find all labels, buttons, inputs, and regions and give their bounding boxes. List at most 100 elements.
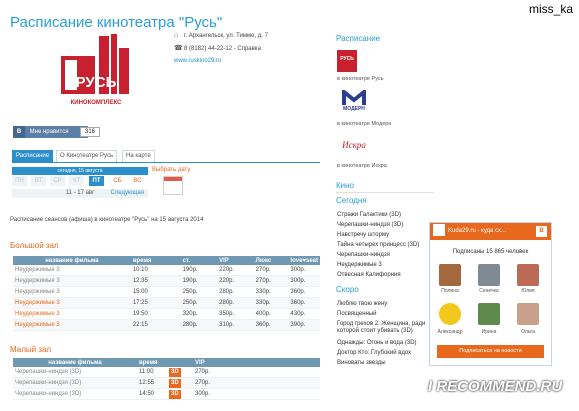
soon-film-link[interactable]: Город грехов 2: Женщина, ради которой ст… (337, 321, 429, 335)
day-thu[interactable]: ЧТ (69, 176, 84, 186)
film-name[interactable]: Неудержимые 3 (13, 308, 131, 320)
show-time: 14:50 (137, 388, 167, 400)
today-film-link[interactable]: Тайна четырех принцесс (3D) (337, 242, 419, 248)
show-time: 11:00 (137, 367, 167, 378)
today-film-link[interactable]: Неудержимые 3 (337, 262, 382, 268)
cinema-link-modern[interactable]: в кинотеатре Модерн (337, 121, 391, 127)
group-logo-icon (433, 224, 445, 237)
member-name[interactable]: Ирина (474, 329, 504, 335)
vk-like-count: 316 (80, 127, 101, 137)
price-lux: 330р. (253, 286, 289, 298)
table-row[interactable]: Неудержимые 3 17:25 250р. 280р. 330р. 36… (13, 297, 320, 309)
soon-film-link[interactable]: Посвященный (337, 311, 377, 317)
vk-widget-header[interactable]: Kuda29.ru - куда сх... В (430, 223, 551, 240)
iskra-logo[interactable]: Искра (337, 138, 371, 156)
website-line[interactable]: www.ruskino29.ru (174, 55, 268, 68)
film-name[interactable]: Неудержимые 3 (13, 286, 131, 298)
avatar[interactable] (517, 264, 539, 286)
phone-icon: ☎ (174, 45, 183, 52)
modern-logo-text: МОДЕРН (343, 106, 365, 112)
film-name[interactable]: Неудержимые 3 (13, 265, 131, 276)
price-love: 430р. (288, 308, 320, 320)
member-name[interactable]: Сенечка (474, 288, 504, 294)
price-lux: 270р. (253, 275, 289, 287)
soon-film-link[interactable]: Люблю твою жену (337, 301, 387, 307)
avatar[interactable] (517, 303, 539, 325)
film-name[interactable]: Черепашки-ниндзя (3D) (13, 367, 137, 378)
table-row[interactable]: Черепашки-ниндзя (3D) 11:00 3D 270р. (13, 367, 320, 378)
subscribe-button[interactable]: Подписаться на новости (437, 345, 544, 358)
next-week-link[interactable]: Следующая (110, 189, 144, 198)
tab-bar: Расписание О Кинотеатре Русь На карте (12, 150, 182, 163)
price-st: 250р. (180, 286, 218, 298)
small-hall-title: Малый зал (10, 345, 52, 354)
schedule-description: Расписание сеансов (афиша) в кинотеатре … (10, 217, 204, 223)
table-row[interactable]: Черепашки-ниндзя (3D) 12:55 3D 270р. (13, 377, 320, 389)
table-row[interactable]: Неудержимые 3 22:15 280р. 310р. 360р. 39… (13, 319, 320, 331)
price-st: 280р. (180, 319, 218, 331)
today-film-link[interactable]: Стражи Галактики (3D) (337, 212, 401, 218)
member-name[interactable]: Александр (435, 329, 465, 335)
day-sat[interactable]: СБ (110, 176, 125, 186)
day-fri[interactable]: ПТ (89, 176, 104, 186)
film-name[interactable]: Черепашки-ниндзя (3D) (13, 377, 137, 389)
choose-date-link[interactable]: Выбрать дату (152, 167, 190, 173)
col-time: время (137, 358, 167, 367)
soon-film-link[interactable]: Однажды: Огонь и вода (3D) (337, 340, 417, 346)
today-film-link[interactable]: Черепашки-ниндзя (3D) (337, 222, 403, 228)
rus-logo-small-text: РУСЬ (340, 56, 354, 62)
today-film-link[interactable]: Черепашки-ниндзя (337, 252, 390, 258)
soon-film-link[interactable]: Доктор Кто: Глубокий вдох (337, 350, 411, 356)
avatar[interactable] (439, 303, 461, 325)
cinema-link-rus[interactable]: в кинотеатре Русь (337, 76, 384, 82)
day-sun[interactable]: ВС (130, 176, 145, 186)
avatar[interactable] (439, 264, 461, 286)
table-row[interactable]: Неудержимые 3 19:50 320р. 350р. 400р. 43… (13, 308, 320, 320)
table-row[interactable]: Неудержимые 3 10:10 190р. 220р. 270р. 30… (13, 265, 320, 276)
big-hall-table: название фильма время ст. VIP Люкс love♥… (13, 256, 320, 331)
soon-film-link[interactable]: Виноваты звезды (337, 360, 386, 366)
film-name[interactable]: Неудержимые 3 (13, 319, 131, 331)
price-st: 320р. (180, 308, 218, 320)
price-love: 360р. (288, 297, 320, 309)
member-name[interactable]: Юлия (513, 288, 543, 294)
address-line: ⌂ г. Архангельск, ул. Тимме, д. 7 (174, 29, 268, 42)
film-name[interactable]: Черепашки-ниндзя (3D) (13, 388, 137, 400)
film-name[interactable]: Неудержимые 3 (13, 297, 131, 309)
price-vip: 270р. (193, 377, 320, 389)
day-tue[interactable]: ВТ (31, 176, 46, 186)
day-wed[interactable]: СР (50, 176, 65, 186)
table-row[interactable]: Неудержимые 3 12:35 190р. 220р. 270р. 30… (13, 275, 320, 287)
col-film: название фильма (13, 358, 137, 367)
price-love: 390р. (288, 319, 320, 331)
price-vip: 280р. (217, 297, 254, 309)
day-mon[interactable]: ПН (12, 176, 27, 186)
calendar-icon[interactable] (163, 176, 183, 195)
member-name[interactable]: Полина (435, 288, 465, 294)
soon-heading: Скоро (336, 285, 359, 294)
today-film-link[interactable]: Отвесная Калифорния (337, 272, 401, 278)
table-row[interactable]: Черепашки-ниндзя (3D) 14:50 3D 300р. (13, 388, 320, 400)
member-name[interactable]: Ольга (513, 329, 543, 335)
price-love: 300р. (288, 275, 320, 287)
today-film-link[interactable]: Навстречу шторму (337, 232, 389, 238)
price-vip: 220р. (217, 275, 254, 287)
table-header-row: название фильма время VIP (13, 358, 320, 367)
subscribers-count: Подписаны 15 865 человек (452, 249, 529, 255)
avatar[interactable] (478, 303, 500, 325)
price-love: 300р. (288, 265, 320, 276)
film-name[interactable]: Неудержимые 3 (13, 275, 131, 287)
rus-logo-small[interactable]: РУСЬ (337, 50, 357, 72)
kino-heading: Кино (336, 181, 354, 190)
week-range: 11 - 17 авг Следующая (12, 189, 148, 198)
avatar[interactable] (478, 264, 500, 286)
vk-like-button[interactable]: В Мне нравится (13, 126, 88, 138)
cinema-link-iskra[interactable]: в кинотеатре Искра (337, 163, 387, 169)
vk-widget-title: Kuda29.ru - куда сх... (448, 228, 507, 234)
table-row[interactable]: Неудержимые 3 15:00 250р. 280р. 330р. 36… (13, 286, 320, 298)
modern-logo[interactable]: МОДЕРН (337, 87, 371, 114)
today-header: сегодня, 15 августа (12, 167, 148, 175)
user-watermark: miss_ka (528, 2, 573, 16)
col-film: название фильма (13, 256, 131, 265)
website-link[interactable]: www.ruskino29.ru (174, 58, 221, 64)
